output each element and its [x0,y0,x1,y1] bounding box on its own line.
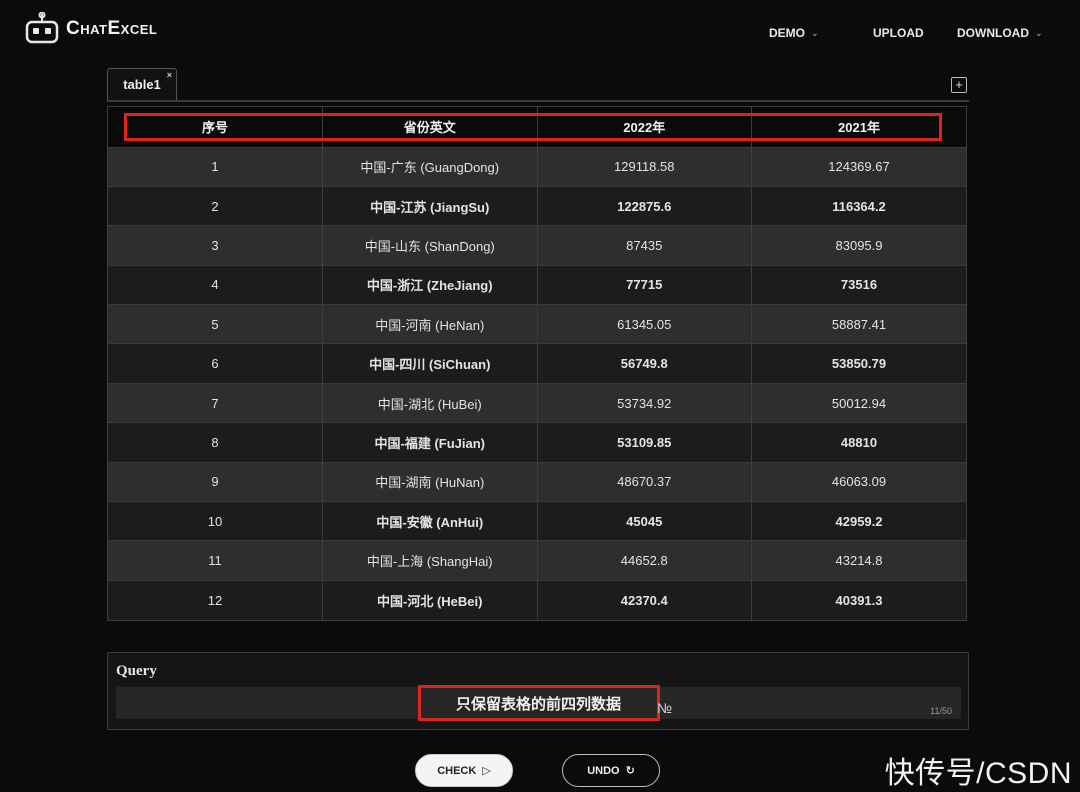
data-table-container: 序号 省份英文 2022年 2021年 1 中国-广东 (GuangDong) 12… [107,106,967,621]
chevron-down-icon: ⌄ [811,27,819,38]
data-table: 序号 省份英文 2022年 2021年 1 中国-广东 (GuangDong) 12… [108,107,966,620]
table-cell[interactable]: 中国-浙江 (ZheJiang) [322,264,538,305]
table-row: 4 中国-浙江 (ZheJiang) 77715 73516 [108,264,966,305]
table-row: 3 中国-山东 (ShanDong) 87435 83095.9 [108,225,966,266]
table-cell[interactable]: 58887.41 [751,304,966,344]
table-cell[interactable]: 73516 [751,264,966,305]
table-cell[interactable]: 50012.94 [751,382,966,423]
table-cell[interactable]: 124369.67 [751,146,966,187]
query-panel: Query 11/50 [107,652,969,730]
table-cell[interactable]: 61345.05 [537,304,752,344]
table-cell[interactable]: 122875.6 [537,185,752,226]
query-label: Query [116,663,157,679]
table-row: 12 中国-河北 (HeBei) 42370.4 40391.3 [108,579,966,620]
table-row: 10 中国-安徽 (AnHui) 45045 42959.2 [108,501,966,541]
nav-upload[interactable]: UPLOAD [873,26,924,40]
table-cell[interactable]: 129118.58 [537,146,752,187]
text-cursor-icon: № [657,700,673,716]
nav-upload-label: UPLOAD [873,26,924,40]
table-cell[interactable]: 48670.37 [537,461,752,502]
table-row: 7 中国-湖北 (HuBei) 53734.92 50012.94 [108,382,966,423]
undo-button[interactable]: UNDO ↻ [562,754,660,787]
table-header-row: 序号 省份英文 2022年 2021年 [108,107,966,147]
table-cell[interactable]: 42370.4 [537,579,752,620]
app-name: ChatExcel [66,18,158,39]
table-cell[interactable]: 中国-山东 (ShanDong) [322,225,538,266]
table-cell[interactable]: 9 [108,461,323,502]
table-cell[interactable]: 42959.2 [751,501,966,541]
table-row: 11 中国-上海 (ShangHai) 44652.8 43214.8 [108,540,966,581]
table-cell[interactable]: 77715 [537,264,752,305]
app-root: ChatExcel DEMO ⌄ UPLOAD DOWNLOAD ⌄ table… [0,0,1080,792]
tab-label: table1 [123,77,161,92]
table-cell[interactable]: 1 [108,146,323,187]
table-cell[interactable]: 4 [108,264,323,305]
table-cell[interactable]: 53734.92 [537,382,752,423]
table-body: 1 中国-广东 (GuangDong) 129118.58 124369.67 2 中国-… [108,146,966,620]
table-cell[interactable]: 中国-湖北 (HuBei) [322,382,538,423]
check-button-label: CHECK [437,764,477,777]
table-row: 9 中国-湖南 (HuNan) 48670.37 46063.09 [108,461,966,502]
column-header[interactable]: 2021年 [752,107,967,147]
nav-demo[interactable]: DEMO ⌄ [769,26,819,40]
table-cell[interactable]: 中国-河南 (HeNan) [322,304,538,344]
table-cell[interactable]: 43214.8 [751,540,966,581]
add-tab-button[interactable]: + [951,77,967,93]
table-cell[interactable]: 5 [108,304,323,344]
table-cell[interactable]: 中国-安徽 (AnHui) [322,501,538,541]
nav-download[interactable]: DOWNLOAD ⌄ [957,26,1043,40]
table-cell[interactable]: 83095.9 [751,225,966,266]
table-cell[interactable]: 6 [108,343,323,384]
plus-icon: + [955,77,963,92]
column-header[interactable]: 省份英文 [322,107,538,147]
query-input[interactable] [116,687,961,719]
undo-icon: ↻ [625,765,635,777]
nav-download-label: DOWNLOAD [957,26,1029,40]
play-icon: ▷ [482,765,491,777]
table-row: 5 中国-河南 (HeNan) 61345.05 58887.41 [108,304,966,344]
tab-table1[interactable]: table1 × [107,68,177,100]
table-cell[interactable]: 11 [108,540,323,581]
table-cell[interactable]: 3 [108,225,323,266]
app-logo[interactable]: ChatExcel [24,12,157,46]
table-cell[interactable]: 中国-四川 (SiChuan) [322,343,538,384]
table-row: 6 中国-四川 (SiChuan) 56749.8 53850.79 [108,343,966,384]
chevron-down-icon: ⌄ [1035,27,1043,38]
nav-demo-label: DEMO [769,26,805,40]
table-row: 8 中国-福建 (FuJian) 53109.85 48810 [108,422,966,463]
table-cell[interactable]: 中国-湖南 (HuNan) [322,461,538,502]
column-header[interactable]: 2022年 [537,107,752,147]
table-cell[interactable]: 116364.2 [751,185,966,226]
check-button[interactable]: CHECK ▷ [415,754,513,787]
robot-logo-icon [25,12,59,44]
table-cell[interactable]: 中国-广东 (GuangDong) [322,146,538,187]
query-char-count: 11/50 [930,706,952,716]
tab-bar-divider [107,100,969,102]
table-cell[interactable]: 中国-上海 (ShangHai) [322,540,538,581]
table-cell[interactable]: 53109.85 [537,422,752,463]
table-cell[interactable]: 中国-江苏 (JiangSu) [322,185,538,226]
table-cell[interactable]: 中国-河北 (HeBei) [322,579,538,620]
watermark: 快传号/CSDN [884,757,1072,790]
column-header[interactable]: 序号 [108,107,323,147]
table-row: 2 中国-江苏 (JiangSu) 122875.6 116364.2 [108,185,966,226]
table-cell[interactable]: 7 [108,382,323,423]
table-cell[interactable]: 46063.09 [751,461,966,502]
table-cell[interactable]: 48810 [751,422,966,463]
top-header: ChatExcel DEMO ⌄ UPLOAD DOWNLOAD ⌄ [0,0,1080,64]
table-cell[interactable]: 8 [108,422,323,463]
table-cell[interactable]: 45045 [537,501,752,541]
close-icon[interactable]: × [167,70,172,80]
table-cell[interactable]: 40391.3 [751,579,966,620]
table-row: 1 中国-广东 (GuangDong) 129118.58 124369.67 [108,146,966,187]
table-cell[interactable]: 12 [108,579,323,620]
undo-button-label: UNDO [587,764,620,777]
table-cell[interactable]: 56749.8 [537,343,752,384]
table-cell[interactable]: 44652.8 [537,540,752,581]
table-cell[interactable]: 10 [108,501,323,541]
table-cell[interactable]: 2 [108,185,323,226]
table-cell[interactable]: 87435 [537,225,752,266]
table-cell[interactable]: 中国-福建 (FuJian) [322,422,538,463]
table-cell[interactable]: 53850.79 [751,343,966,384]
